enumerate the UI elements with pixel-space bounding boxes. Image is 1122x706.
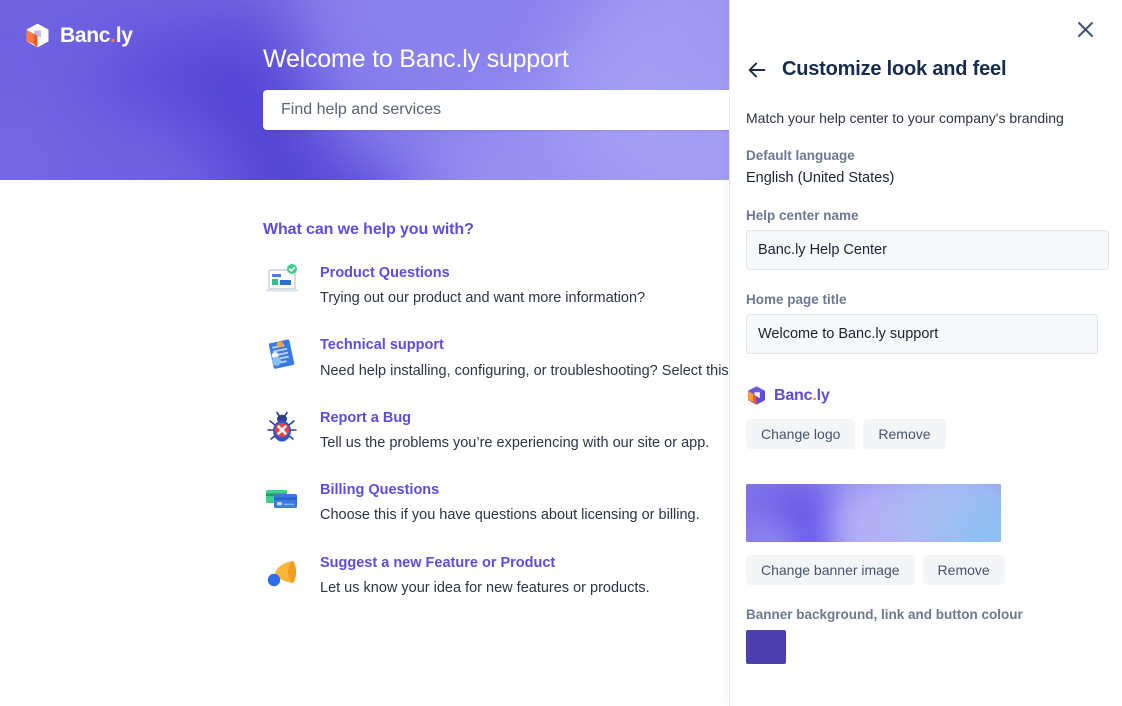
help-center-preview: Banc.ly Welcome to Banc.ly support Find … [0,0,729,706]
list-item[interactable]: Product Questions Trying out our product… [263,261,729,309]
logo-preview-text: Banc.ly [774,386,830,404]
list-item[interactable]: Report a Bug Tell us the problems you’re… [263,406,729,454]
list-item-title: Report a Bug [320,409,412,426]
credit-cards-icon [263,478,303,522]
list-item-title: Suggest a new Feature or Product [320,554,556,571]
list-item-title: Billing Questions [320,482,440,499]
banner-actions: Change banner image Remove [746,555,1106,585]
app-root: Banc.ly Welcome to Banc.ly support Find … [0,0,1122,706]
panel-body: Match your help center to your company's… [730,110,1122,664]
list-item[interactable]: Billing Questions Choose this if you hav… [263,478,729,526]
panel-title: Customize look and feel [782,58,1007,80]
list-item-desc: Need help installing, configuring, or tr… [320,362,729,379]
help-center-name-input[interactable]: Banc.ly Help Center [746,230,1109,270]
logo-preview: Banc.ly [746,385,1106,406]
site-logo[interactable]: Banc.ly [24,22,133,49]
list-item-desc: Trying out our product and want more inf… [320,290,646,307]
help-center-name-label: Help center name [746,208,859,223]
list-item-title: Product Questions [320,265,450,281]
banner-image-preview [746,484,1001,542]
list-item[interactable]: Technical support Need help installing, … [263,333,729,381]
close-icon[interactable] [1070,14,1100,44]
remove-logo-button[interactable]: Remove [863,419,946,449]
list-item-title: Technical support [320,337,444,354]
bug-icon [263,406,303,450]
banner-colour-label: Banner background, link and button colou… [746,607,1023,622]
search-placeholder: Find help and services [281,101,442,118]
preview-content: What can we help you with? Product Quest… [0,221,729,599]
default-language-label: Default language [746,148,855,163]
search-input[interactable]: Find help and services [263,90,729,130]
hero-banner: Banc.ly Welcome to Banc.ly support Find … [0,0,729,180]
help-center-name-value: Banc.ly Help Center [758,242,887,258]
section-heading: What can we help you with? [263,221,474,238]
megaphone-icon [263,551,303,595]
bancly-cube-icon [26,23,49,48]
home-page-title-label: Home page title [746,292,847,307]
logo-actions: Change logo Remove [746,419,1106,449]
laptop-check-icon [263,261,303,305]
list-item-desc: Choose this if you have questions about … [320,507,700,524]
bancly-cube-icon [747,386,766,405]
banner-title: Welcome to Banc.ly support [263,45,569,73]
change-banner-image-button[interactable]: Change banner image [746,555,915,585]
list-item-desc: Tell us the problems you’re experiencing… [320,434,710,451]
arrow-left-icon[interactable] [746,59,768,81]
panel-header: Customize look and feel [730,0,1122,81]
site-logo-text: Banc.ly [60,24,133,47]
list-item[interactable]: Suggest a new Feature or Product Let us … [263,551,729,599]
remove-banner-button[interactable]: Remove [922,555,1005,585]
change-logo-button[interactable]: Change logo [746,419,856,449]
home-page-title-input[interactable]: Welcome to Banc.ly support [746,314,1098,354]
customize-panel: Customize look and feel Match your help … [729,0,1122,706]
default-language-value: English (United States) [746,170,895,186]
technical-support-icon [263,333,303,377]
list-item-desc: Let us know your idea for new features o… [320,579,650,596]
panel-subtitle: Match your help center to your company's… [746,110,1064,126]
colour-swatch[interactable] [746,630,786,664]
help-topic-list: Product Questions Trying out our product… [263,261,729,599]
home-page-title-value: Welcome to Banc.ly support [758,326,939,342]
